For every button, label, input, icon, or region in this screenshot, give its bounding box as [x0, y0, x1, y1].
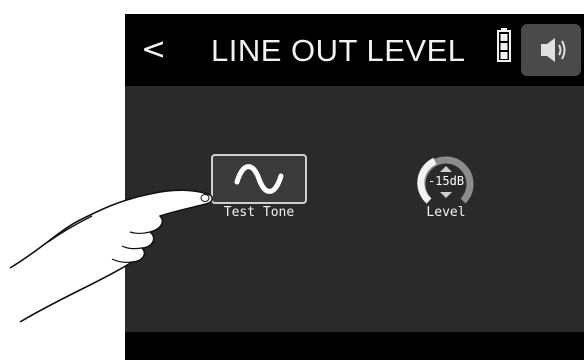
page-title: LINE OUT LEVEL — [211, 33, 466, 68]
speaker-button[interactable] — [521, 24, 581, 76]
level-label: Level — [426, 205, 466, 220]
pointing-hand-icon — [9, 189, 214, 323]
chevron-left-icon: < — [141, 32, 167, 67]
level-knob-icon — [417, 156, 474, 204]
battery-full-icon — [497, 28, 511, 62]
level-knob[interactable]: -15dB Level — [401, 148, 491, 240]
header-bar: < LINE OUT LEVEL — [125, 14, 584, 86]
level-value: -15dB — [427, 174, 465, 188]
speaker-volume-icon — [541, 38, 566, 62]
back-button[interactable]: < — [141, 30, 177, 70]
